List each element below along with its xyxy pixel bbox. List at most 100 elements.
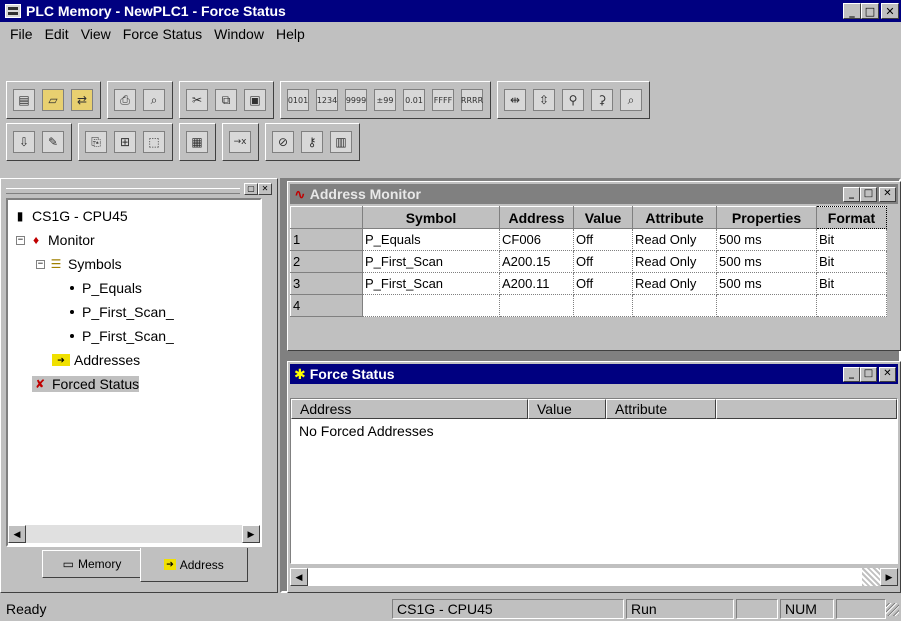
force-off-icon[interactable]: →x (226, 127, 254, 157)
address-cell[interactable]: CF006 (499, 228, 574, 251)
minimize-button[interactable]: _ (843, 3, 861, 19)
scroll-left-icon[interactable]: ◀ (290, 568, 308, 586)
collapse-icon[interactable]: − (36, 259, 45, 269)
row-number[interactable]: 4 (290, 294, 363, 317)
signed-format-icon[interactable]: ±99 (371, 85, 399, 115)
tree-item-symbol[interactable]: P_First_Scan_ (64, 328, 174, 344)
column-header[interactable]: Address (499, 206, 574, 229)
hex-format-icon[interactable]: FFFF (429, 85, 457, 115)
value-cell[interactable]: Off (573, 250, 633, 273)
select-icon[interactable]: ⬚ (140, 127, 168, 157)
table-row[interactable]: 3 P_First_Scan A200.11 Off Read Only 500… (290, 272, 887, 295)
binary-format-icon[interactable]: 0101 (284, 85, 312, 115)
row-number[interactable]: 2 (290, 250, 363, 273)
column-header[interactable]: Attribute (632, 206, 717, 229)
menu-file[interactable]: File (4, 26, 39, 42)
properties-cell[interactable] (716, 294, 817, 317)
menu-view[interactable]: View (75, 26, 117, 42)
close-button[interactable]: ✕ (881, 3, 899, 19)
scroll-right-icon[interactable]: ▶ (880, 568, 898, 586)
resize-grip[interactable] (886, 603, 899, 616)
fill-icon[interactable]: ⊞ (111, 127, 139, 157)
symbol-cell[interactable]: P_First_Scan (362, 272, 500, 295)
format-cell[interactable]: Bit (816, 272, 887, 295)
monitor-icon[interactable]: ▦ (183, 127, 211, 157)
minimize-button[interactable]: _ (843, 366, 860, 382)
column-header[interactable]: Value (528, 399, 606, 419)
print-icon[interactable]: ⎙ (111, 85, 139, 115)
address-monitor-titlebar[interactable]: ∿ Address Monitor _ □ ✕ (290, 184, 898, 204)
paste-icon[interactable]: ▣ (241, 85, 269, 115)
fit-height-icon[interactable]: ⇳ (530, 85, 558, 115)
tree-item-symbol[interactable]: P_Equals (64, 280, 142, 296)
scroll-thumb[interactable] (862, 568, 880, 586)
compare-icon[interactable]: ⎘ (82, 127, 110, 157)
symbol-cell[interactable]: P_First_Scan (362, 250, 500, 273)
close-button[interactable]: ✕ (879, 366, 896, 382)
value-cell[interactable]: Off (573, 272, 633, 295)
new-file-icon[interactable]: ▤ (10, 85, 38, 115)
attribute-cell[interactable]: Read Only (632, 228, 717, 251)
table-row[interactable]: 2 P_First_Scan A200.15 Off Read Only 500… (290, 250, 887, 273)
column-header[interactable]: Symbol (362, 206, 500, 229)
menu-window[interactable]: Window (208, 26, 270, 42)
column-header[interactable]: Address (291, 399, 528, 419)
bcd-format-icon[interactable]: 1234 (313, 85, 341, 115)
address-cell[interactable] (499, 294, 574, 317)
column-header[interactable]: Properties (716, 206, 817, 229)
menu-force-status[interactable]: Force Status (117, 26, 208, 42)
properties-cell[interactable]: 500 ms (716, 250, 817, 273)
pane-close-button[interactable]: ✕ (258, 183, 272, 195)
print-preview-icon[interactable]: ⌕ (140, 85, 168, 115)
column-header[interactable]: Value (573, 206, 633, 229)
find-icon[interactable]: ⚲ (559, 85, 587, 115)
replace-icon[interactable]: ⚳ (588, 85, 616, 115)
menu-edit[interactable]: Edit (39, 26, 75, 42)
tree-item-addresses[interactable]: ➔ Addresses (52, 352, 140, 368)
open-folder-icon[interactable]: ▱ (39, 85, 67, 115)
force-status-titlebar[interactable]: ✱ Force Status _ □ ✕ (290, 364, 898, 384)
format-cell[interactable]: Bit (816, 228, 887, 251)
copy-icon[interactable]: ⧉ (212, 85, 240, 115)
fit-width-icon[interactable]: ⇹ (501, 85, 529, 115)
tree-item-forced-status[interactable]: ✘ Forced Status (32, 376, 140, 392)
tree-root[interactable]: ▮ CS1G - CPU45 (12, 208, 128, 224)
force-on-icon[interactable]: ⊘ (269, 127, 297, 157)
properties-cell[interactable]: 500 ms (716, 228, 817, 251)
scroll-left-icon[interactable]: ◀ (8, 525, 26, 543)
decimal-format-icon[interactable]: 9999 (342, 85, 370, 115)
tree-hscrollbar[interactable]: ◀ ▶ (8, 525, 260, 543)
close-button[interactable]: ✕ (879, 186, 896, 202)
transfer-to-plc-icon[interactable]: ⇩ (10, 127, 38, 157)
row-number[interactable]: 1 (290, 228, 363, 251)
attribute-cell[interactable]: Read Only (632, 250, 717, 273)
value-cell[interactable]: Off (573, 228, 633, 251)
app-icon[interactable] (5, 4, 21, 18)
transfer-icon[interactable]: ⇄ (68, 85, 96, 115)
force-table-icon[interactable]: ▥ (327, 127, 355, 157)
clear-memory-icon[interactable]: ✎ (39, 127, 67, 157)
tab-memory[interactable]: ▭ Memory (42, 550, 142, 578)
format-cell[interactable] (816, 294, 887, 317)
zoom-icon[interactable]: ⌕ (617, 85, 645, 115)
value-cell[interactable] (573, 294, 633, 317)
tab-address[interactable]: ➔ Address (140, 548, 248, 582)
properties-cell[interactable]: 500 ms (716, 272, 817, 295)
symbol-cell[interactable]: P_Equals (362, 228, 500, 251)
tree-item-symbols[interactable]: − ☰ Symbols (36, 256, 122, 272)
force-hscrollbar[interactable]: ◀ ▶ (290, 568, 898, 586)
cut-icon[interactable]: ✂ (183, 85, 211, 115)
maximize-button[interactable]: □ (860, 366, 877, 382)
maximize-button[interactable]: □ (860, 186, 877, 202)
symbol-cell[interactable] (362, 294, 500, 317)
tree-item-monitor[interactable]: − ♦ Monitor (16, 232, 95, 248)
tree-item-symbol[interactable]: P_First_Scan_ (64, 304, 174, 320)
minimize-button[interactable]: _ (843, 186, 860, 202)
pane-grip[interactable]: ▢ ✕ (6, 182, 272, 196)
address-cell[interactable]: A200.15 (499, 250, 574, 273)
collapse-icon[interactable]: − (16, 235, 25, 245)
address-cell[interactable]: A200.11 (499, 272, 574, 295)
row-number[interactable]: 3 (290, 272, 363, 295)
menu-help[interactable]: Help (270, 26, 311, 42)
attribute-cell[interactable] (632, 294, 717, 317)
